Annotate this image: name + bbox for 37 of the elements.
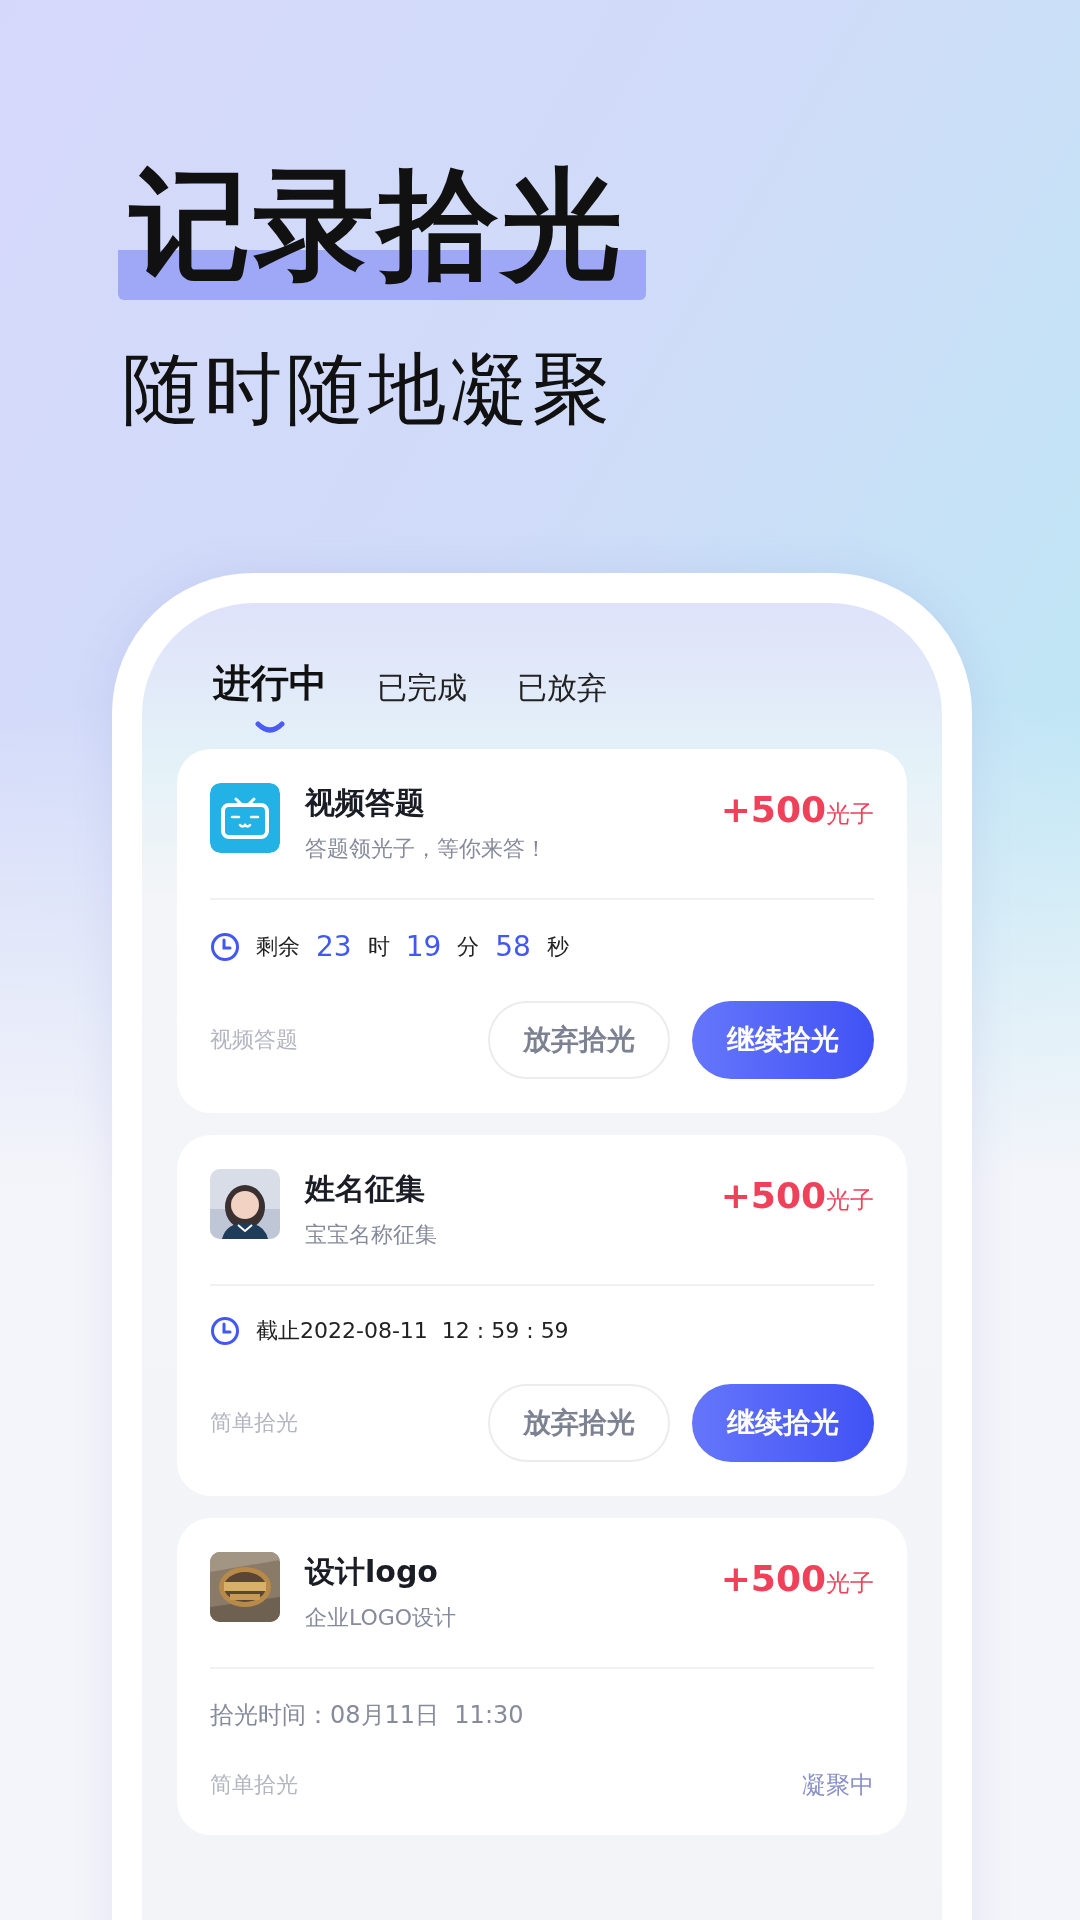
continue-button[interactable]: 继续拾光 xyxy=(692,1001,874,1079)
reward-unit: 光子 xyxy=(826,1185,874,1216)
reward-amount: +500 xyxy=(720,789,826,830)
countdown-unit: 时 xyxy=(367,932,390,961)
task-subtitle: 企业LOGO设计 xyxy=(305,1604,458,1632)
countdown-unit: 分 xyxy=(457,932,480,961)
task-status: 凝聚中 xyxy=(802,1770,874,1801)
countdown-unit: 剩余 xyxy=(256,932,300,961)
abandon-button[interactable]: 放弃拾光 xyxy=(488,1384,670,1462)
deadline-text: 截止2022-08-11 12 : 59 : 59 xyxy=(256,1317,569,1345)
tab[interactable]: 已完成 xyxy=(377,668,467,709)
reward-amount: +500 xyxy=(720,1175,826,1216)
task-subtitle: 答题领光子，等你来答！ xyxy=(305,835,548,863)
countdown-number: 23 xyxy=(316,930,352,963)
task-title: 视频答题 xyxy=(305,784,426,822)
subheadline: 随时随地凝聚 xyxy=(121,343,614,436)
tab-indicator-icon xyxy=(255,721,285,733)
task-category: 视频答题 xyxy=(210,1026,299,1054)
countdown-number: 58 xyxy=(495,930,531,963)
reward-amount: +500 xyxy=(720,1558,826,1599)
clock-icon xyxy=(210,1316,240,1346)
reward-unit: 光子 xyxy=(826,1568,874,1599)
continue-button[interactable]: 继续拾光 xyxy=(692,1384,874,1462)
task-category: 简单拾光 xyxy=(210,1771,299,1799)
tab[interactable]: 已放弃 xyxy=(517,668,607,709)
task-subtitle: 宝宝名称征集 xyxy=(305,1221,438,1249)
time-text: 拾光时间：08月11日 11:30 xyxy=(210,1700,524,1731)
task-title: 姓名征集 xyxy=(305,1170,426,1208)
tv-icon xyxy=(210,783,280,853)
reward-unit: 光子 xyxy=(826,799,874,830)
countdown-number: 19 xyxy=(405,930,442,963)
task-category: 简单拾光 xyxy=(210,1409,299,1437)
clock-icon xyxy=(210,931,240,962)
task-title: 设计logo xyxy=(305,1553,439,1591)
countdown-unit: 秒 xyxy=(546,932,569,961)
abandon-button[interactable]: 放弃拾光 xyxy=(488,1001,670,1079)
tab[interactable]: 进行中 xyxy=(213,658,327,709)
